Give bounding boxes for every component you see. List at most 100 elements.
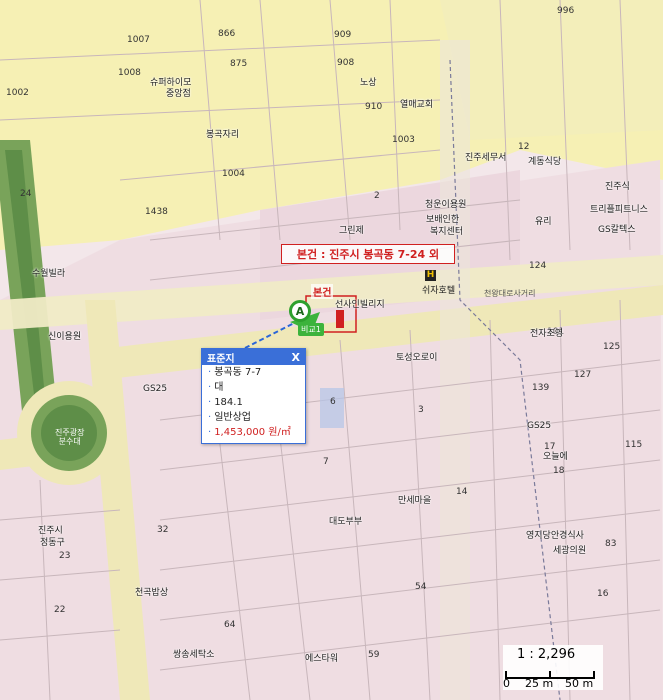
- poi-label: 만세마을: [398, 496, 432, 506]
- parcel-number: 3: [418, 405, 424, 415]
- roundabout-label-line: 진주광장: [55, 428, 85, 437]
- comparable-marker-a[interactable]: A: [289, 300, 311, 322]
- bullet-icon: ·: [208, 427, 212, 438]
- bullet-icon: ·: [208, 397, 212, 408]
- parcel-number: 59: [368, 650, 380, 660]
- poi-label: 청운이용원: [425, 200, 467, 210]
- poi-label: 쌍송세탁소: [173, 650, 215, 660]
- roundabout-label-line: 분수대: [58, 437, 81, 446]
- parcel-number: 1438: [145, 207, 168, 217]
- poi-label: 슈퍼하이모: [150, 78, 192, 88]
- popup-price-row: · 1,453,000 원/㎡: [202, 425, 305, 440]
- roundabout-label: 진주광장 분수대: [55, 428, 84, 446]
- bullet-icon: ·: [208, 412, 212, 423]
- poi-label: 봉곡자리: [206, 130, 240, 140]
- poi-label: 대도부부: [329, 517, 363, 527]
- parcel-number: 32: [157, 525, 169, 535]
- poi-label: 진주세무서: [465, 153, 507, 163]
- poi-label: 그린제: [339, 226, 364, 236]
- parcel-number: 910: [365, 102, 383, 112]
- popup-area-row: · 184.1: [202, 395, 305, 410]
- parcel-number: 83: [605, 539, 617, 549]
- parcel-number: 14: [456, 487, 468, 497]
- poi-label: 토성오로이: [396, 353, 438, 363]
- poi-label: 열매교회: [400, 100, 434, 110]
- parcel-number: 1003: [392, 135, 415, 145]
- poi-label: 진주식: [605, 182, 630, 192]
- parcel-number: 2: [374, 191, 380, 201]
- parcel-number: 7: [323, 457, 329, 467]
- map-canvas[interactable]: 1002 1008 866 875 908 909 910 1003 1004 1438 996 10…: [0, 0, 663, 700]
- popup-close-button[interactable]: X: [292, 351, 300, 364]
- poi-label: 보배인한: [426, 215, 460, 225]
- scale-bar-box: 1 : 2,296 0 25 m 50 m: [503, 645, 603, 690]
- popup-address-row: · 봉곡동 7-7: [202, 365, 305, 380]
- parcel-number: 115: [625, 440, 643, 450]
- hotel-icon[interactable]: H: [425, 270, 436, 281]
- popup-land-use: 대: [214, 382, 224, 393]
- parcel-number: 54: [415, 582, 427, 592]
- poi-label: 천곡밥상: [135, 588, 169, 598]
- poi-label: 세광의원: [553, 546, 587, 556]
- parcel-number: 1004: [222, 169, 245, 179]
- parcel-number: 16: [597, 589, 609, 599]
- poi-label: 노상: [360, 78, 377, 88]
- popup-area: 184.1: [214, 397, 243, 408]
- subject-title-label: 본건 : 진주시 봉곡동 7-24 외: [281, 244, 455, 264]
- parcel-number: 18: [553, 466, 565, 476]
- scale-label-50: 50 m: [565, 677, 594, 690]
- poi-label: 트리플피트니스: [590, 205, 648, 215]
- poi-label: 전자조영: [530, 329, 564, 339]
- parcel-number: 1007: [127, 35, 150, 45]
- scale-tick: [593, 671, 595, 679]
- map-base: [0, 0, 663, 700]
- parcel-number: 909: [334, 30, 352, 40]
- parcel-number: 127: [574, 370, 592, 380]
- popup-land-use-row: · 대: [202, 380, 305, 395]
- poi-label: 영지당안경식사: [526, 531, 584, 541]
- scale-label-0: 0: [503, 677, 510, 690]
- parcel-number: 23: [59, 551, 71, 561]
- popup-price: 1,453,000 원/㎡: [214, 427, 291, 438]
- poi-label: GS25: [143, 384, 168, 394]
- parcel-number: 6: [330, 397, 336, 407]
- poi-label: 오늘에: [543, 452, 568, 462]
- parcel-number: 125: [603, 342, 621, 352]
- popup-address: 봉곡동 7-7: [214, 367, 262, 378]
- parcel-number: 139: [532, 383, 550, 393]
- parcel-number: 1008: [118, 68, 141, 78]
- poi-label: 수월빌라: [32, 269, 66, 279]
- poi-label: 정동구: [40, 538, 65, 548]
- poi-label: 진주시: [38, 526, 63, 536]
- scale-ratio: 1 : 2,296: [517, 647, 576, 662]
- parcel-number: 24: [20, 189, 32, 199]
- standard-land-popup: 표준지 X · 봉곡동 7-7 · 대 · 184.1 · 일반상업 · 1,453,00…: [201, 348, 306, 444]
- parcel-number: 22: [54, 605, 66, 615]
- parcel-number: 908: [337, 58, 355, 68]
- parcel-number: 124: [529, 261, 547, 271]
- poi-label: GS25: [527, 421, 552, 431]
- poi-label: 계동식당: [528, 157, 562, 167]
- bullet-icon: ·: [208, 367, 212, 378]
- popup-header: 표준지 X: [202, 349, 305, 365]
- subject-parcel-tag: 본건: [311, 284, 334, 299]
- popup-title: 표준지: [207, 353, 235, 365]
- marker-letter: A: [295, 304, 305, 318]
- parcel-number: 12: [518, 142, 530, 152]
- poi-label: GS칼텍스: [598, 225, 636, 235]
- parcel-number: 875: [230, 59, 248, 69]
- popup-zoning: 일반상업: [214, 412, 251, 423]
- comparable-badge: 비교1: [298, 323, 324, 336]
- poi-label: 중앙점: [166, 89, 191, 99]
- poi-label: 선사인빌리지: [335, 300, 385, 310]
- popup-zoning-row: · 일반상업: [202, 410, 305, 425]
- poi-label: 유리: [535, 217, 552, 227]
- poi-label: 신이용원: [48, 332, 82, 342]
- bullet-icon: ·: [208, 382, 212, 393]
- poi-label: 에스타워: [305, 654, 339, 664]
- parcel-number: 866: [218, 29, 236, 39]
- parcel-number: 64: [224, 620, 236, 630]
- parcel-number: 17: [544, 442, 556, 452]
- scale-label-25: 25 m: [525, 677, 554, 690]
- poi-label: 복지센터: [430, 227, 464, 237]
